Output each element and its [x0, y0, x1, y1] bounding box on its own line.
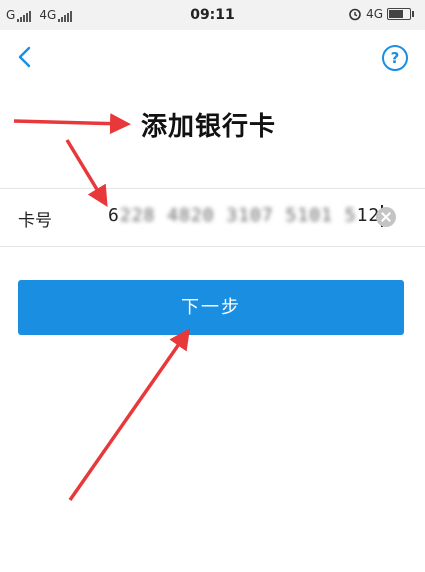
back-button[interactable] — [10, 42, 40, 72]
next-button[interactable]: 下一步 — [18, 280, 404, 335]
battery-fill — [389, 10, 403, 18]
nav-bar: ? — [0, 30, 425, 86]
clear-icon[interactable] — [376, 207, 396, 227]
card-number-label: 卡号 — [18, 211, 52, 231]
page-title: 添加银行卡 — [141, 112, 277, 142]
card-number-input[interactable]: 6228 4820 3107 5101 512 — [108, 205, 383, 227]
help-circle-icon: ? — [390, 49, 400, 67]
chevron-left-icon — [18, 46, 31, 68]
status-right: 4G — [348, 7, 414, 21]
battery-icon — [387, 8, 414, 20]
card-number-first-digit: 6 — [108, 205, 120, 226]
alarm-icon — [349, 8, 361, 21]
annotation-arrow-to-next — [68, 328, 191, 502]
annotation-arrow-to-title — [13, 113, 131, 135]
card-number-row: 卡号 6228 4820 3107 5101 512 — [0, 188, 425, 247]
help-button[interactable]: ? — [382, 45, 408, 71]
card-number-masked: 228 4820 3107 5101 5 — [119, 205, 357, 226]
network-label: 4G — [366, 7, 383, 21]
status-bar: G 4G 09:11 4G — [0, 0, 425, 30]
